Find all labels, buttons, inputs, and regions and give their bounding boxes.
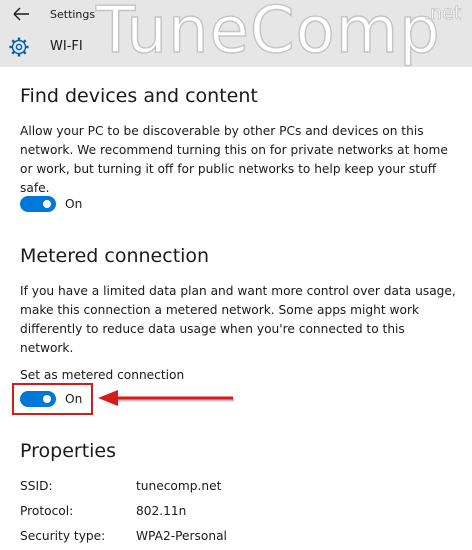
find-devices-toggle[interactable] <box>20 196 56 212</box>
annotation-arrow-icon <box>98 390 234 406</box>
app-title: Settings <box>50 8 96 21</box>
protocol-value: 802.11n <box>136 504 187 518</box>
protocol-label: Protocol: <box>20 504 74 518</box>
title-bar: TuneComp .net Settings WI-FI <box>0 0 472 67</box>
annotation-highlight-box <box>12 383 93 415</box>
security-type-value: WPA2-Personal <box>136 529 227 543</box>
find-devices-heading: Find devices and content <box>20 85 258 107</box>
properties-heading: Properties <box>20 440 117 462</box>
find-devices-description: Allow your PC to be discoverable by othe… <box>20 124 448 195</box>
toggle-knob <box>43 200 51 208</box>
metered-connection-description: If you have a limited data plan and want… <box>20 284 456 355</box>
page-title: WI-FI <box>50 39 83 54</box>
ssid-label: SSID: <box>20 479 53 493</box>
gear-icon <box>9 37 29 57</box>
watermark-tld: .net <box>424 2 462 25</box>
security-type-label: Security type: <box>20 529 106 543</box>
metered-setting-label: Set as metered connection <box>20 368 185 382</box>
ssid-value: tunecomp.net <box>136 479 222 493</box>
watermark-logo: TuneComp <box>95 0 441 67</box>
find-devices-toggle-state: On <box>65 197 83 211</box>
back-arrow-icon[interactable] <box>11 5 33 23</box>
metered-connection-heading: Metered connection <box>20 245 210 267</box>
